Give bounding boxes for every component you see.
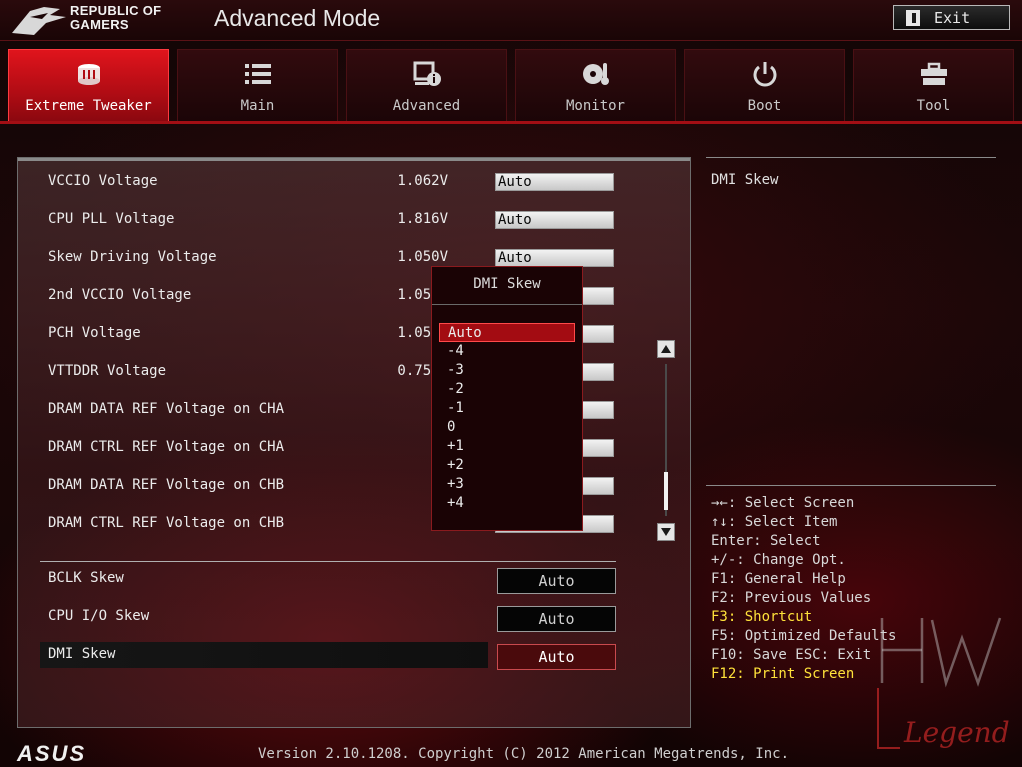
tab-boot[interactable]: Boot	[684, 49, 845, 122]
popup-option[interactable]: +1	[439, 437, 575, 456]
setting-current-value: 1.050V	[397, 249, 448, 265]
shortcut-line: F1: General Help	[711, 571, 846, 587]
tab-label: Advanced	[392, 98, 461, 114]
exit-label: Exit	[934, 8, 971, 27]
popup-option[interactable]: +4	[439, 494, 575, 513]
list-icon	[244, 64, 271, 84]
popup-option[interactable]: +3	[439, 475, 575, 494]
shortcut-line: ↑↓: Select Item	[711, 514, 838, 530]
hwlegend-watermark: Legend	[877, 617, 1010, 749]
tab-label: Extreme Tweaker	[25, 98, 152, 114]
popup-option[interactable]: -2	[439, 380, 575, 399]
setting-label: CPU I/O Skew	[48, 608, 150, 624]
setting-input[interactable]: Auto	[495, 173, 614, 191]
setting-row-bclk-skew[interactable]: BCLK Skew Auto	[48, 568, 618, 594]
setting-select[interactable]: Auto	[497, 644, 616, 670]
setting-current-value: 1.816V	[397, 211, 448, 227]
shortcut-line: F2: Previous Values	[711, 590, 872, 606]
asus-logo: ASUS	[17, 741, 87, 766]
dmi-skew-options-popup: DMI Skew Auto -4 -3 -2 -1 0 +1 +2 +3 +4	[431, 266, 583, 531]
setting-label: Skew Driving Voltage	[48, 249, 217, 265]
shortcut-line: Enter: Select	[711, 533, 821, 549]
setting-label: VCCIO Voltage	[48, 173, 158, 189]
tab-label: Main	[240, 98, 275, 114]
watermark-text: Legend	[903, 716, 1010, 749]
setting-input[interactable]: Auto	[495, 249, 614, 267]
setting-row-cpu-io-skew[interactable]: CPU I/O Skew Auto	[48, 606, 618, 632]
tab-extreme-tweaker[interactable]: Extreme Tweaker	[8, 49, 169, 122]
tab-advanced[interactable]: Advanced	[346, 49, 507, 122]
setting-row-dmi-skew[interactable]: DMI Skew Auto	[40, 642, 618, 670]
brand-line-2: GAMERS	[70, 17, 129, 32]
settings-panel: VCCIO Voltage 1.062V Auto CPU PLL Voltag…	[17, 157, 691, 728]
version-copyright: Version 2.10.1208. Copyright (C) 2012 Am…	[258, 746, 790, 762]
setting-row-vccio[interactable]: VCCIO Voltage 1.062V Auto	[48, 171, 618, 195]
shortcut-line: F10: Save ESC: Exit	[711, 647, 872, 663]
help-mid-divider	[706, 485, 996, 486]
popup-option[interactable]: -1	[439, 399, 575, 418]
shortcut-line: →←: Select Screen	[711, 495, 855, 511]
brand-line-1: REPUBLIC OF	[70, 3, 162, 18]
monitor-fan-icon	[582, 63, 609, 85]
header-bar: REPUBLIC OF GAMERS Advanced Mode Exit	[0, 0, 1022, 41]
setting-label: BCLK Skew	[48, 570, 124, 586]
setting-row-cpu-pll[interactable]: CPU PLL Voltage 1.816V Auto	[48, 209, 618, 233]
tweaker-icon	[77, 64, 100, 85]
door-exit-icon	[906, 9, 920, 26]
setting-label: DRAM CTRL REF Voltage on CHA	[48, 439, 285, 455]
main-tab-bar: Extreme Tweaker Main Advanced Monitor Bo…	[8, 49, 1014, 122]
power-icon	[753, 62, 776, 87]
setting-label: PCH Voltage	[48, 325, 141, 341]
shortcut-line-highlighted[interactable]: F3: Shortcut	[711, 608, 896, 627]
tab-label: Tool	[916, 98, 951, 114]
help-top-divider	[706, 157, 996, 158]
popup-option[interactable]: -4	[439, 342, 575, 361]
toolbox-icon	[920, 62, 947, 85]
section-divider	[40, 561, 616, 562]
setting-input[interactable]: Auto	[495, 211, 614, 229]
setting-label: DRAM DATA REF Voltage on CHB	[48, 477, 285, 493]
setting-current-value: 1.062V	[397, 173, 448, 189]
setting-label: DMI Skew	[48, 646, 116, 662]
tab-monitor[interactable]: Monitor	[515, 49, 676, 122]
tab-label: Boot	[747, 98, 782, 114]
help-item-description: DMI Skew	[711, 172, 779, 188]
page-title: Advanced Mode	[214, 5, 381, 31]
popup-option[interactable]: -3	[439, 361, 575, 380]
advanced-info-icon	[413, 61, 441, 86]
scrollbar-thumb[interactable]	[664, 472, 668, 510]
scroll-up-arrow-icon[interactable]	[657, 340, 675, 358]
setting-label: VTTDDR Voltage	[48, 363, 167, 379]
popup-title: DMI Skew	[432, 267, 582, 305]
tab-label: Monitor	[565, 98, 625, 114]
tab-underline	[0, 121, 1022, 124]
shortcut-line-highlighted[interactable]: F12: Print Screen	[711, 665, 896, 684]
shortcut-line: +/-: Change Opt.	[711, 552, 846, 568]
setting-label: 2nd VCCIO Voltage	[48, 287, 192, 303]
popup-option[interactable]: +2	[439, 456, 575, 475]
popup-option[interactable]: 0	[439, 418, 575, 437]
tab-tool[interactable]: Tool	[853, 49, 1014, 122]
setting-label: CPU PLL Voltage	[48, 211, 175, 227]
tab-main[interactable]: Main	[177, 49, 338, 122]
setting-select[interactable]: Auto	[497, 606, 616, 632]
scroll-down-arrow-icon[interactable]	[657, 523, 675, 541]
shortcut-line: F5: Optimized Defaults	[711, 628, 897, 644]
setting-label: DRAM CTRL REF Voltage on CHB	[48, 515, 285, 531]
rog-brand-text: REPUBLIC OF GAMERS	[70, 4, 161, 32]
setting-label: DRAM DATA REF Voltage on CHA	[48, 401, 285, 417]
exit-button[interactable]: Exit	[893, 5, 1010, 30]
shortcut-legend: →←: Select Screen ↑↓: Select Item Enter:…	[711, 494, 896, 684]
rog-eye-logo-icon	[12, 7, 66, 35]
popup-option[interactable]: Auto	[439, 323, 575, 342]
setting-select[interactable]: Auto	[497, 568, 616, 594]
